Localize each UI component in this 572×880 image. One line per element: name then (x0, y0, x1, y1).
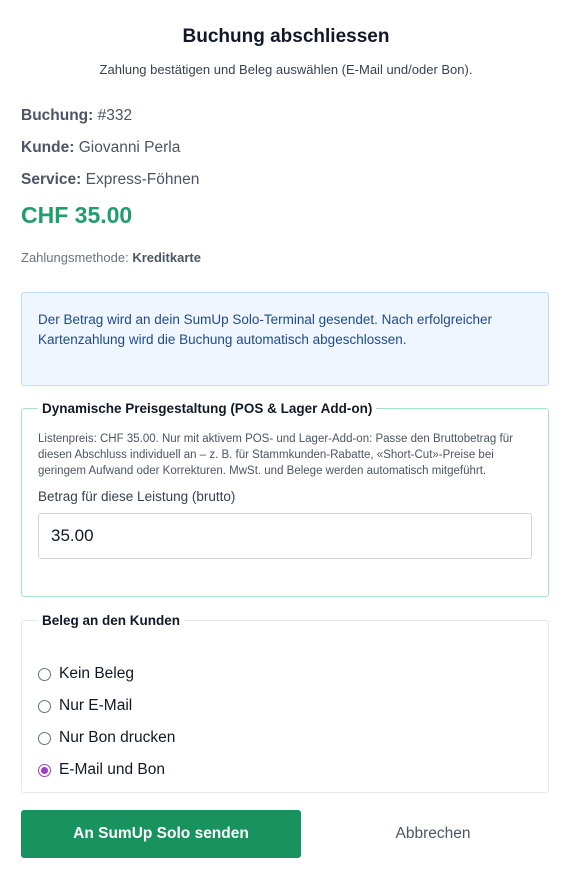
service-value: Express-Föhnen (85, 171, 200, 188)
receipt-section: Beleg an den Kunden Kein Beleg Nur E-Mai… (21, 613, 549, 793)
booking-number-line: Buchung: #332 (21, 107, 132, 125)
dynamic-pricing-legend: Dynamische Preisgestaltung (POS & Lager … (42, 401, 373, 416)
receipt-option-label: Nur Bon drucken (59, 729, 176, 746)
amount-input[interactable] (38, 513, 532, 559)
dialog-title: Buchung abschliessen (182, 26, 390, 47)
finish-booking-dialog: Buchung abschliessen Zahlung bestätigen … (0, 0, 572, 880)
dynamic-pricing-section: Dynamische Preisgestaltung (POS & Lager … (21, 401, 549, 597)
radio-unchecked-icon[interactable] (38, 731, 51, 745)
booking-number-label: Buchung: (21, 107, 94, 124)
payment-method-value: Kreditkarte (132, 250, 201, 265)
payment-method-line: Zahlungsmethode: Kreditkarte (21, 250, 201, 265)
receipt-option-print[interactable]: Nur Bon drucken (38, 722, 532, 754)
booking-number-value: #332 (97, 107, 133, 124)
service-label: Service: (21, 171, 82, 188)
service-line: Service: Express-Föhnen (21, 171, 199, 189)
customer-value: Giovanni Perla (78, 139, 181, 156)
customer-line: Kunde: Giovanni Perla (21, 139, 180, 157)
radio-unchecked-icon[interactable] (38, 667, 51, 681)
receipt-legend: Beleg an den Kunden (42, 613, 181, 628)
customer-label: Kunde: (21, 139, 75, 156)
booking-price: CHF 35.00 (21, 202, 133, 228)
receipt-option-none[interactable]: Kein Beleg (38, 658, 532, 690)
send-to-sumup-button[interactable]: An SumUp Solo senden (21, 810, 301, 858)
amount-label: Betrag für diese Leistung (brutto) (38, 489, 236, 504)
receipt-option-email-and-print[interactable]: E-Mail und Bon (38, 754, 532, 786)
radio-checked-icon[interactable] (38, 763, 51, 777)
cancel-button[interactable]: Abbrechen (320, 810, 546, 858)
receipt-option-label: E-Mail und Bon (59, 761, 165, 778)
receipt-option-email[interactable]: Nur E-Mail (38, 690, 532, 722)
receipt-option-label: Kein Beleg (59, 665, 134, 682)
radio-unchecked-icon[interactable] (38, 699, 51, 713)
payment-method-label: Zahlungsmethode: (21, 250, 129, 265)
receipt-option-label: Nur E-Mail (59, 697, 133, 714)
dialog-subtitle: Zahlung bestätigen und Beleg auswählen (… (99, 62, 473, 77)
dynamic-pricing-description: Listenpreis: CHF 35.00. Nur mit aktivem … (38, 433, 513, 477)
terminal-info-notice: Der Betrag wird an dein SumUp Solo-Termi… (21, 292, 549, 386)
terminal-info-text: Der Betrag wird an dein SumUp Solo-Termi… (38, 312, 492, 347)
